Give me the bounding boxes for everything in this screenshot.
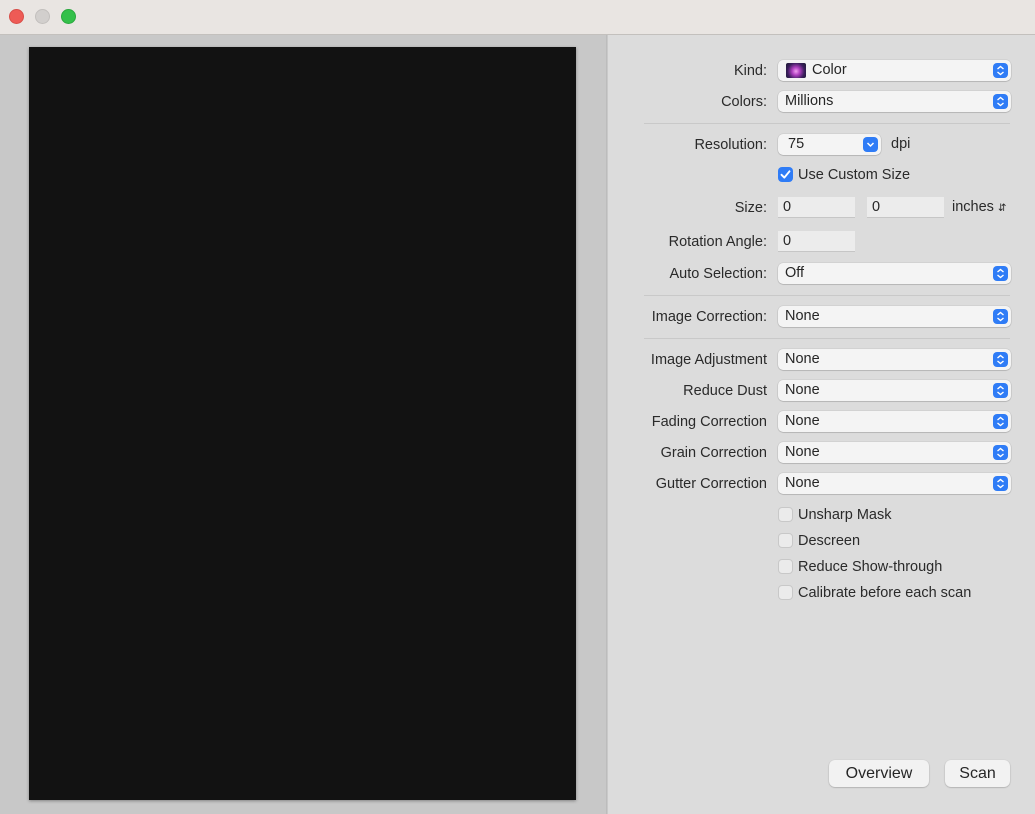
scan-preview-image[interactable] bbox=[29, 47, 576, 800]
resolution-label: Resolution: bbox=[694, 137, 767, 153]
image-correction-row: Image Correction: None bbox=[608, 306, 1035, 328]
resolution-value: 75 bbox=[788, 136, 805, 152]
title-bar bbox=[0, 0, 1035, 35]
use-custom-size-label: Use Custom Size bbox=[798, 167, 911, 183]
separator bbox=[644, 295, 1010, 296]
reduce-dust-label: Reduce Dust bbox=[683, 383, 767, 399]
image-adjustment-label: Image Adjustment bbox=[650, 352, 767, 368]
size-unit-value: inches bbox=[952, 199, 994, 215]
auto-selection-value: Off bbox=[785, 265, 805, 281]
colors-row: Colors: Millions bbox=[608, 91, 1035, 113]
resolution-row: Resolution: 75 dpi bbox=[608, 134, 1035, 156]
size-width-input[interactable]: 0 bbox=[778, 197, 855, 218]
image-correction-label: Image Correction: bbox=[651, 309, 767, 325]
chevron-updown-icon bbox=[993, 63, 1008, 78]
reduce-show-through-checkbox[interactable] bbox=[778, 559, 793, 574]
fading-correction-row: Fading Correction None bbox=[608, 411, 1035, 433]
reduce-show-through-label: Reduce Show-through bbox=[798, 559, 943, 575]
chevron-down-icon bbox=[863, 137, 878, 152]
colors-label: Colors: bbox=[721, 94, 767, 110]
checkmark-icon bbox=[780, 170, 791, 179]
auto-selection-popup[interactable]: Off bbox=[778, 263, 1011, 284]
calibrate-label: Calibrate before each scan bbox=[798, 585, 972, 601]
reduce-dust-row: Reduce Dust None bbox=[608, 380, 1035, 402]
unsharp-mask-checkbox[interactable] bbox=[778, 507, 793, 522]
maximize-window-button[interactable] bbox=[61, 9, 76, 24]
chevron-updown-icon bbox=[993, 94, 1008, 109]
color-photo-icon bbox=[786, 63, 806, 78]
grain-correction-popup[interactable]: None bbox=[778, 442, 1011, 463]
grain-correction-row: Grain Correction None bbox=[608, 442, 1035, 464]
colors-value: Millions bbox=[785, 93, 834, 109]
minimize-window-button[interactable] bbox=[35, 9, 50, 24]
size-height-input[interactable]: 0 bbox=[867, 197, 944, 218]
chevron-updown-icon bbox=[993, 476, 1008, 491]
rotation-angle-input[interactable]: 0 bbox=[778, 231, 855, 252]
size-unit-popup[interactable]: inches ⇵ bbox=[952, 197, 1006, 219]
gutter-correction-row: Gutter Correction None bbox=[608, 473, 1035, 495]
gutter-correction-label: Gutter Correction bbox=[655, 476, 767, 492]
image-correction-popup[interactable]: None bbox=[778, 306, 1011, 327]
chevron-updown-icon bbox=[993, 309, 1008, 324]
kind-label: Kind: bbox=[733, 63, 767, 79]
descreen-label: Descreen bbox=[798, 533, 861, 549]
calibrate-checkbox[interactable] bbox=[778, 585, 793, 600]
size-label: Size: bbox=[734, 200, 767, 216]
descreen-row: Descreen bbox=[608, 532, 1035, 554]
gutter-correction-value: None bbox=[785, 475, 820, 491]
reduce-dust-popup[interactable]: None bbox=[778, 380, 1011, 401]
kind-value: Color bbox=[812, 62, 847, 78]
unsharp-mask-row: Unsharp Mask bbox=[608, 506, 1035, 528]
grain-correction-value: None bbox=[785, 444, 820, 460]
chevron-updown-icon bbox=[993, 352, 1008, 367]
chevron-updown-icon bbox=[993, 445, 1008, 460]
kind-popup[interactable]: Color bbox=[778, 60, 1011, 81]
size-row: Size: 0 0 inches ⇵ bbox=[608, 197, 1035, 219]
resolution-unit: dpi bbox=[891, 136, 911, 152]
close-window-button[interactable] bbox=[9, 9, 24, 24]
gutter-correction-popup[interactable]: None bbox=[778, 473, 1011, 494]
auto-selection-row: Auto Selection: Off bbox=[608, 263, 1035, 285]
chevron-updown-icon bbox=[993, 383, 1008, 398]
scan-preview-area bbox=[0, 35, 607, 814]
image-correction-value: None bbox=[785, 308, 820, 324]
image-adjustment-popup[interactable]: None bbox=[778, 349, 1011, 370]
auto-selection-label: Auto Selection: bbox=[669, 266, 767, 282]
chevron-updown-icon: ⇵ bbox=[997, 203, 1007, 214]
image-adjustment-row: Image Adjustment None bbox=[608, 349, 1035, 371]
scan-button[interactable]: Scan bbox=[945, 760, 1010, 787]
resolution-combobox[interactable]: 75 bbox=[778, 134, 881, 155]
separator bbox=[644, 338, 1010, 339]
chevron-updown-icon bbox=[993, 414, 1008, 429]
reduce-show-through-row: Reduce Show-through bbox=[608, 558, 1035, 580]
kind-row: Kind: Color bbox=[608, 60, 1035, 82]
unsharp-mask-label: Unsharp Mask bbox=[798, 507, 892, 523]
descreen-checkbox[interactable] bbox=[778, 533, 793, 548]
fading-correction-value: None bbox=[785, 413, 820, 429]
use-custom-size-row: Use Custom Size bbox=[608, 166, 1035, 188]
fading-correction-label: Fading Correction bbox=[651, 414, 767, 430]
reduce-dust-value: None bbox=[785, 382, 820, 398]
scan-settings-panel: Kind: Color Colors: Millions Resolution:… bbox=[608, 35, 1035, 814]
use-custom-size-checkbox[interactable] bbox=[778, 167, 793, 182]
chevron-updown-icon bbox=[993, 266, 1008, 281]
separator bbox=[644, 123, 1010, 124]
grain-correction-label: Grain Correction bbox=[660, 445, 767, 461]
fading-correction-popup[interactable]: None bbox=[778, 411, 1011, 432]
overview-button[interactable]: Overview bbox=[829, 760, 929, 787]
rotation-angle-label: Rotation Angle: bbox=[668, 234, 767, 250]
image-adjustment-value: None bbox=[785, 351, 820, 367]
rotation-angle-row: Rotation Angle: 0 bbox=[608, 231, 1035, 253]
calibrate-row: Calibrate before each scan bbox=[608, 584, 1035, 606]
colors-popup[interactable]: Millions bbox=[778, 91, 1011, 112]
